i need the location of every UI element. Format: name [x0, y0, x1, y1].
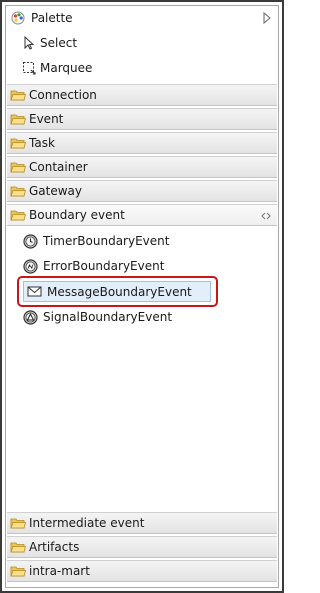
drawer-label: Connection [29, 88, 97, 102]
drawer-boundary-event[interactable]: Boundary event [7, 204, 277, 226]
drawer-label: Boundary event [29, 208, 125, 222]
signal-event-icon [23, 309, 38, 325]
select-tool-label: Select [40, 36, 78, 50]
marquee-icon [23, 62, 36, 75]
error-event-icon [23, 258, 38, 274]
drawer-artifacts[interactable]: Artifacts [7, 536, 277, 558]
entry-label: ErrorBoundaryEvent [43, 259, 165, 273]
palette-title: Palette [31, 11, 73, 25]
drawer-intra-mart[interactable]: intra-mart [7, 560, 277, 582]
drawer-connection[interactable]: Connection [7, 84, 277, 106]
folder-icon [10, 138, 26, 149]
highlight-box [17, 276, 218, 307]
folder-icon [10, 90, 26, 101]
palette-frame: Palette Select Marquee Connection Event [0, 0, 284, 593]
select-tool[interactable]: Select [22, 32, 77, 54]
folder-open-icon [10, 210, 26, 221]
timer-boundary-event-tool[interactable]: TimerBoundaryEvent [23, 230, 169, 252]
palette-panel: Palette Select Marquee Connection Event [5, 5, 279, 588]
drawer-gateway[interactable]: Gateway [7, 180, 277, 202]
folder-icon [10, 542, 26, 553]
drawer-label: Container [29, 160, 88, 174]
arrow-cursor-icon [24, 36, 35, 50]
error-boundary-event-tool[interactable]: ErrorBoundaryEvent [23, 255, 164, 277]
palette-header[interactable]: Palette [6, 6, 278, 30]
timer-event-icon [23, 233, 38, 249]
drawer-label: Gateway [29, 184, 83, 198]
drawer-task[interactable]: Task [7, 132, 277, 154]
marquee-tool-label: Marquee [40, 61, 93, 75]
folder-icon [10, 186, 26, 197]
folder-icon [10, 162, 26, 173]
folder-icon [10, 518, 26, 529]
entry-label: SignalBoundaryEvent [43, 310, 173, 324]
drawer-event[interactable]: Event [7, 108, 277, 130]
drawer-label: intra-mart [29, 564, 90, 578]
marquee-tool[interactable]: Marquee [22, 57, 92, 79]
drawer-label: Intermediate event [29, 516, 145, 530]
signal-boundary-event-tool[interactable]: SignalBoundaryEvent [23, 306, 172, 328]
palette-icon [11, 11, 25, 25]
folder-icon [10, 114, 26, 125]
drawer-label: Artifacts [29, 540, 80, 554]
folder-icon [10, 566, 26, 577]
drawer-intermediate-event[interactable]: Intermediate event [7, 512, 277, 534]
pin-drawer-icon[interactable] [261, 212, 271, 220]
drawer-label: Event [29, 112, 64, 126]
collapse-palette-icon[interactable] [262, 12, 272, 24]
drawer-container[interactable]: Container [7, 156, 277, 178]
drawer-label: Task [29, 136, 55, 150]
entry-label: TimerBoundaryEvent [43, 234, 170, 248]
